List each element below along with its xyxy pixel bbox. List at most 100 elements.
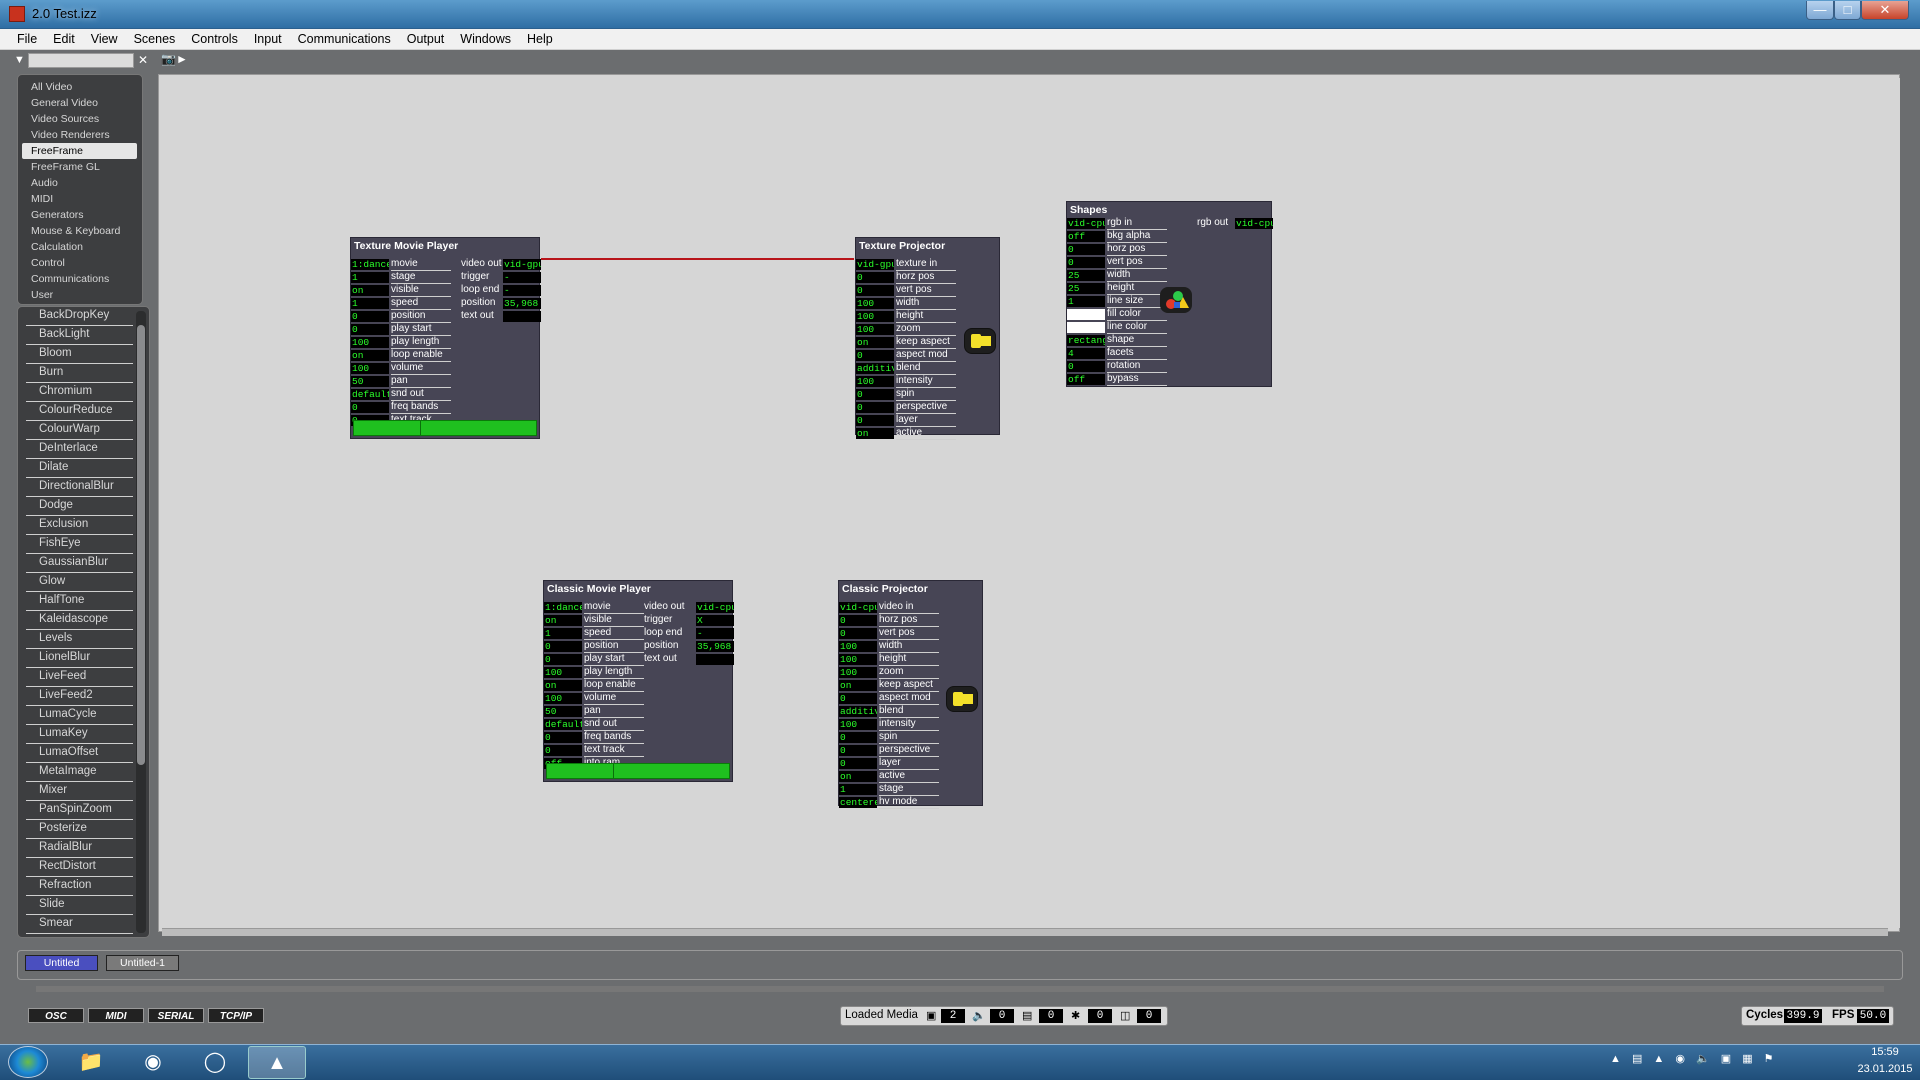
category-item[interactable]: General Video xyxy=(22,95,137,111)
close-button[interactable]: ✕ xyxy=(1861,1,1909,20)
category-item[interactable]: Mouse & Keyboard xyxy=(22,223,137,239)
category-item[interactable]: MIDI xyxy=(22,191,137,207)
system-tray-icons[interactable]: ▲ ▤ ▲ ◉ 🔈 ▣ ▦ ⚑ xyxy=(1610,1052,1778,1065)
menu-view[interactable]: View xyxy=(83,29,126,50)
actor-list-item[interactable]: Slide xyxy=(26,896,133,915)
input-value[interactable]: 0 xyxy=(856,272,894,283)
input-value[interactable]: vid-cpu xyxy=(1067,218,1105,229)
input-value[interactable]: 100 xyxy=(839,667,877,678)
actor-list-item[interactable]: LumaKey xyxy=(26,725,133,744)
input-value[interactable]: 0 xyxy=(856,350,894,361)
input-value[interactable]: vid-cpu xyxy=(839,602,877,613)
actor-list-item[interactable]: ColourWarp xyxy=(26,421,133,440)
output-value[interactable]: vid-cpu xyxy=(696,602,734,613)
category-item[interactable]: FreeFrame GL xyxy=(22,159,137,175)
input-value[interactable]: 0 xyxy=(544,654,582,665)
menu-controls[interactable]: Input xyxy=(246,29,290,50)
explorer-icon[interactable]: 📁 xyxy=(62,1046,120,1079)
vivaldi-icon[interactable]: ◯ xyxy=(186,1046,244,1079)
output-value[interactable]: - xyxy=(503,272,541,283)
texture-projector-actor[interactable]: Texture Projector vid-gpu texture in 0 horz … xyxy=(855,237,1000,440)
actor-search-input[interactable] xyxy=(28,53,134,68)
menu-edit[interactable]: Edit xyxy=(45,29,83,50)
midi-status-button[interactable]: MIDI xyxy=(88,1008,144,1023)
input-value[interactable]: 1 xyxy=(351,298,389,309)
playback-progress-bar[interactable] xyxy=(353,420,537,436)
camera-play-icon[interactable]: 📷► xyxy=(161,52,188,66)
output-value[interactable]: X xyxy=(696,615,734,626)
playback-progress-bar[interactable] xyxy=(546,763,730,779)
actor-list-item[interactable]: Kaleidascope xyxy=(26,611,133,630)
serial-status-button[interactable]: SERIAL xyxy=(148,1008,204,1023)
input-value[interactable]: 0 xyxy=(856,389,894,400)
input-value[interactable]: vid-gpu xyxy=(856,259,894,270)
canvas-vertical-scrollbar[interactable] xyxy=(1888,78,1900,928)
actor-list-item[interactable]: Burn xyxy=(26,364,133,383)
input-value[interactable]: 0 xyxy=(1067,244,1105,255)
output-value[interactable]: - xyxy=(503,285,541,296)
actor-list-item[interactable]: BackDropKey xyxy=(26,307,133,326)
actor-list-item[interactable]: RadialBlur xyxy=(26,839,133,858)
category-item[interactable]: Audio xyxy=(22,175,137,191)
firefox-icon[interactable]: ◉ xyxy=(124,1046,182,1079)
actor-list-item[interactable]: Smear xyxy=(26,915,133,934)
input-value[interactable]: on xyxy=(856,428,894,439)
input-value[interactable]: 0 xyxy=(839,745,877,756)
menu-file[interactable]: File xyxy=(9,29,45,50)
output-value[interactable]: 35,968 xyxy=(696,641,734,652)
actor-list-item[interactable]: HalfTone xyxy=(26,592,133,611)
scene-tab-untitled[interactable]: Untitled xyxy=(25,955,98,971)
input-value[interactable]: 50 xyxy=(544,706,582,717)
clock-time[interactable]: 15:59 xyxy=(1855,1046,1915,1058)
input-value[interactable]: 50 xyxy=(351,376,389,387)
actor-list-item[interactable]: Posterize xyxy=(26,820,133,839)
input-value[interactable]: 25 xyxy=(1067,283,1105,294)
input-value[interactable]: 0 xyxy=(856,415,894,426)
input-value[interactable]: 100 xyxy=(351,337,389,348)
actor-list-item[interactable]: FishEye xyxy=(26,535,133,554)
category-item[interactable]: All Video xyxy=(22,79,137,95)
input-value[interactable]: 0 xyxy=(1067,361,1105,372)
input-value[interactable]: on xyxy=(544,680,582,691)
actor-list-item[interactable]: GaussianBlur xyxy=(26,554,133,573)
actor-list-item[interactable]: Refraction xyxy=(26,877,133,896)
category-item[interactable]: Control xyxy=(22,255,137,271)
input-value[interactable]: 1 xyxy=(351,272,389,283)
osc-status-button[interactable]: OSC xyxy=(28,1008,84,1023)
input-value[interactable]: additive xyxy=(856,363,894,374)
input-value[interactable]: 1 xyxy=(544,628,582,639)
category-item[interactable]: FreeFrame xyxy=(22,143,137,159)
actor-list-item[interactable]: DeInterlace xyxy=(26,440,133,459)
input-value[interactable]: 0 xyxy=(544,641,582,652)
actor-list-item[interactable]: Dilate xyxy=(26,459,133,478)
input-value[interactable]: on xyxy=(856,337,894,348)
input-value[interactable]: 100 xyxy=(351,363,389,374)
actor-list-item[interactable]: PanSpinZoom xyxy=(26,801,133,820)
actor-list-item[interactable]: Dodge xyxy=(26,497,133,516)
actor-list-item[interactable]: Glow xyxy=(26,573,133,592)
actor-list-item[interactable]: DirectionalBlur xyxy=(26,478,133,497)
category-item[interactable]: User xyxy=(22,287,137,303)
category-item[interactable]: Communications xyxy=(22,271,137,287)
input-value[interactable]: rectang xyxy=(1067,335,1105,346)
clear-search-icon[interactable]: ✕ xyxy=(138,53,148,67)
input-value[interactable]: 100 xyxy=(856,311,894,322)
actor-list-scroll-thumb[interactable] xyxy=(137,325,145,765)
menu-windows[interactable]: Help xyxy=(519,29,561,50)
input-value[interactable]: 0 xyxy=(544,732,582,743)
input-value[interactable]: 1:dance xyxy=(351,259,389,270)
output-value[interactable] xyxy=(696,654,734,665)
category-item[interactable]: Calculation xyxy=(22,239,137,255)
filter-dropdown-icon[interactable]: ▼ xyxy=(14,54,25,66)
input-value[interactable]: 1 xyxy=(1067,296,1105,307)
menu-output[interactable]: Windows xyxy=(452,29,519,50)
actor-list-item[interactable]: LiveFeed2 xyxy=(26,687,133,706)
input-value[interactable]: 0 xyxy=(351,324,389,335)
category-item[interactable]: Video Sources xyxy=(22,111,137,127)
window-titlebar[interactable] xyxy=(0,0,1920,29)
input-value[interactable]: 0 xyxy=(351,402,389,413)
start-button[interactable] xyxy=(8,1046,48,1078)
menu-scenes[interactable]: Scenes xyxy=(126,29,184,50)
input-value[interactable]: on xyxy=(544,615,582,626)
input-value[interactable]: 0 xyxy=(856,402,894,413)
